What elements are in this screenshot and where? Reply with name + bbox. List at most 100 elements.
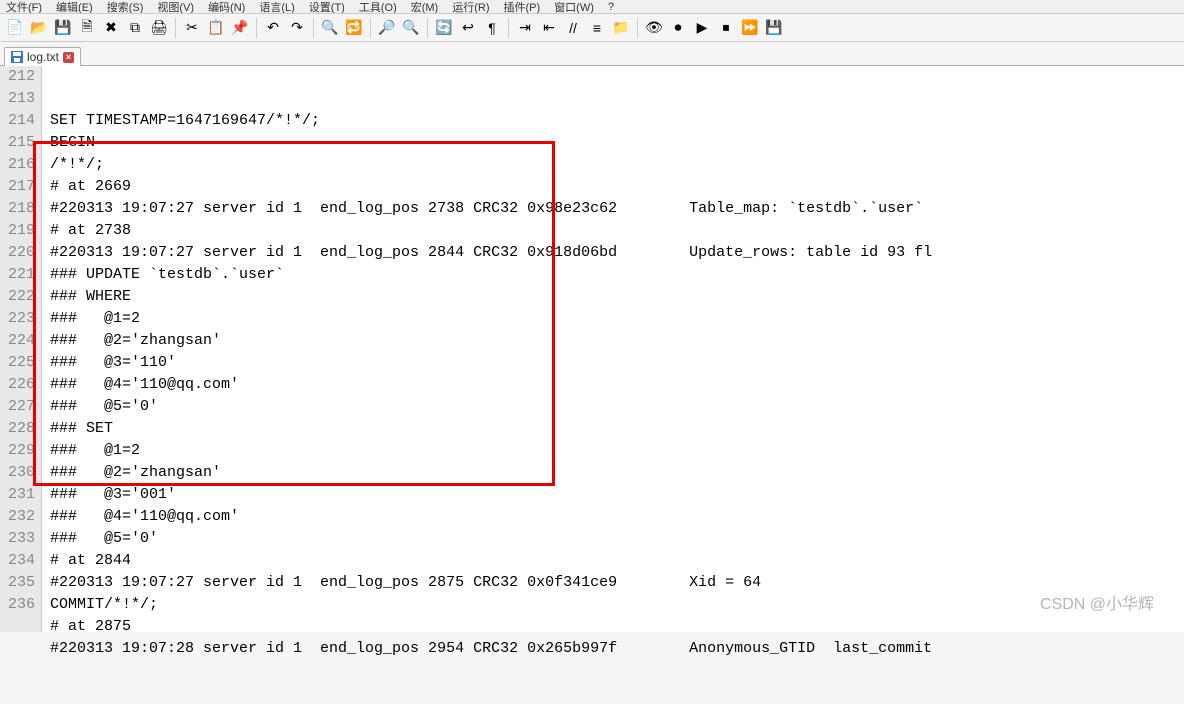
indent-icon[interactable]: ⇥ [514,17,536,39]
close-icon[interactable]: ✖ [100,17,122,39]
code-view[interactable]: SET TIMESTAMP=1647169647/*!*/;BEGIN/*!*/… [42,66,1184,632]
save-macro-icon[interactable]: 💾 [763,17,785,39]
code-line: ### @1=2 [50,308,1184,330]
paste-icon[interactable]: 📌 [229,17,251,39]
play-icon[interactable]: ▶ [691,17,713,39]
fast-forward-icon[interactable]: ⏩ [739,17,761,39]
tab-bar: log.txt × [0,42,1184,66]
line-number: 217 [6,176,35,198]
wordwrap-icon[interactable]: ↩ [457,17,479,39]
line-number: 218 [6,198,35,220]
code-line: BEGIN [50,132,1184,154]
line-number: 221 [6,264,35,286]
function-list-icon[interactable]: ≡ [586,17,608,39]
line-number: 222 [6,286,35,308]
undo-icon[interactable]: ↶ [262,17,284,39]
editor-area: 2122132142152162172182192202212222232242… [0,66,1184,632]
comment-icon[interactable]: // [562,17,584,39]
line-number: 225 [6,352,35,374]
record-icon[interactable]: ⏺ [667,17,689,39]
line-number: 229 [6,440,35,462]
code-line: ### @4='110@qq.com' [50,506,1184,528]
code-line: ### @2='zhangsan' [50,330,1184,352]
outdent-icon[interactable]: ⇤ [538,17,560,39]
menu-item[interactable]: 编码(N) [208,0,245,14]
toolbar-separator [508,18,509,38]
toolbar-separator [637,18,638,38]
zoom-in-icon[interactable]: 🔎 [376,17,398,39]
code-line: ### @3='001' [50,484,1184,506]
menu-item[interactable]: 语言(L) [259,0,294,14]
code-line: ### @2='zhangsan' [50,462,1184,484]
save-icon[interactable]: 💾 [52,17,74,39]
menu-item[interactable]: ? [608,1,614,13]
tab-title: log.txt [27,50,59,64]
menu-item[interactable]: 设置(T) [309,0,345,14]
line-number: 223 [6,308,35,330]
find-icon[interactable]: 🔍 [319,17,341,39]
monitor-icon[interactable]: 👁 [643,17,665,39]
menu-bar: 文件(F) 编辑(E) 搜索(S) 视图(V) 编码(N) 语言(L) 设置(T) 工具(O)… [0,0,1184,14]
menu-item[interactable]: 宏(M) [411,0,439,14]
line-number: 236 [6,594,35,616]
redo-icon[interactable]: ↷ [286,17,308,39]
menu-item[interactable]: 编辑(E) [56,0,93,14]
code-line: ### @5='0' [50,528,1184,550]
sync-icon[interactable]: 🔄 [433,17,455,39]
menu-item[interactable]: 运行(R) [452,0,489,14]
code-line: SET TIMESTAMP=1647169647/*!*/; [50,110,1184,132]
open-file-icon[interactable]: 📂 [28,17,50,39]
line-number: 234 [6,550,35,572]
line-number: 216 [6,154,35,176]
close-all-icon[interactable]: ⧉ [124,17,146,39]
code-line: ### UPDATE `testdb`.`user` [50,264,1184,286]
code-line: ### @5='0' [50,396,1184,418]
line-number: 219 [6,220,35,242]
replace-icon[interactable]: 🔁 [343,17,365,39]
line-number: 214 [6,110,35,132]
toolbar-separator [175,18,176,38]
code-line: #220313 19:07:27 server id 1 end_log_pos… [50,198,1184,220]
line-number: 212 [6,66,35,88]
toolbar-separator [313,18,314,38]
code-line: ### WHERE [50,286,1184,308]
code-line: ### @3='110' [50,352,1184,374]
file-icon [11,51,23,63]
line-gutter: 2122132142152162172182192202212222232242… [0,66,42,632]
menu-item[interactable]: 工具(O) [359,0,397,14]
zoom-out-icon[interactable]: 🔍 [400,17,422,39]
tab-close-icon[interactable]: × [63,52,74,63]
code-line: /*!*/; [50,154,1184,176]
toolbar-separator [427,18,428,38]
code-line: ### @1=2 [50,440,1184,462]
file-tab[interactable]: log.txt × [4,47,81,66]
line-number: 215 [6,132,35,154]
toolbar-separator [370,18,371,38]
copy-icon[interactable]: 📋 [205,17,227,39]
menu-item[interactable]: 插件(P) [504,0,541,14]
print-icon[interactable]: 🖨 [148,17,170,39]
code-line: #220313 19:07:28 server id 1 end_log_pos… [50,638,1184,660]
folder-icon[interactable]: 📁 [610,17,632,39]
save-all-icon[interactable]: 🗎 [76,17,98,39]
line-number: 227 [6,396,35,418]
line-number: 232 [6,506,35,528]
menu-item[interactable]: 视图(V) [157,0,194,14]
code-line: COMMIT/*!*/; [50,594,1184,616]
cut-icon[interactable]: ✂ [181,17,203,39]
toolbar: 📄📂💾🗎✖⧉🖨✂📋📌↶↷🔍🔁🔎🔍🔄↩¶⇥⇤//≡📁👁⏺▶⏹⏩💾 [0,14,1184,42]
stop-icon[interactable]: ⏹ [715,17,737,39]
line-number: 220 [6,242,35,264]
line-number: 226 [6,374,35,396]
code-line: #220313 19:07:27 server id 1 end_log_pos… [50,242,1184,264]
new-file-icon[interactable]: 📄 [4,17,26,39]
menu-item[interactable]: 搜索(S) [107,0,144,14]
menu-item[interactable]: 文件(F) [6,0,42,14]
code-line: # at 2738 [50,220,1184,242]
line-number: 230 [6,462,35,484]
show-all-chars-icon[interactable]: ¶ [481,17,503,39]
code-line: ### SET [50,418,1184,440]
line-number: 213 [6,88,35,110]
code-line: ### @4='110@qq.com' [50,374,1184,396]
menu-item[interactable]: 窗口(W) [554,0,594,14]
